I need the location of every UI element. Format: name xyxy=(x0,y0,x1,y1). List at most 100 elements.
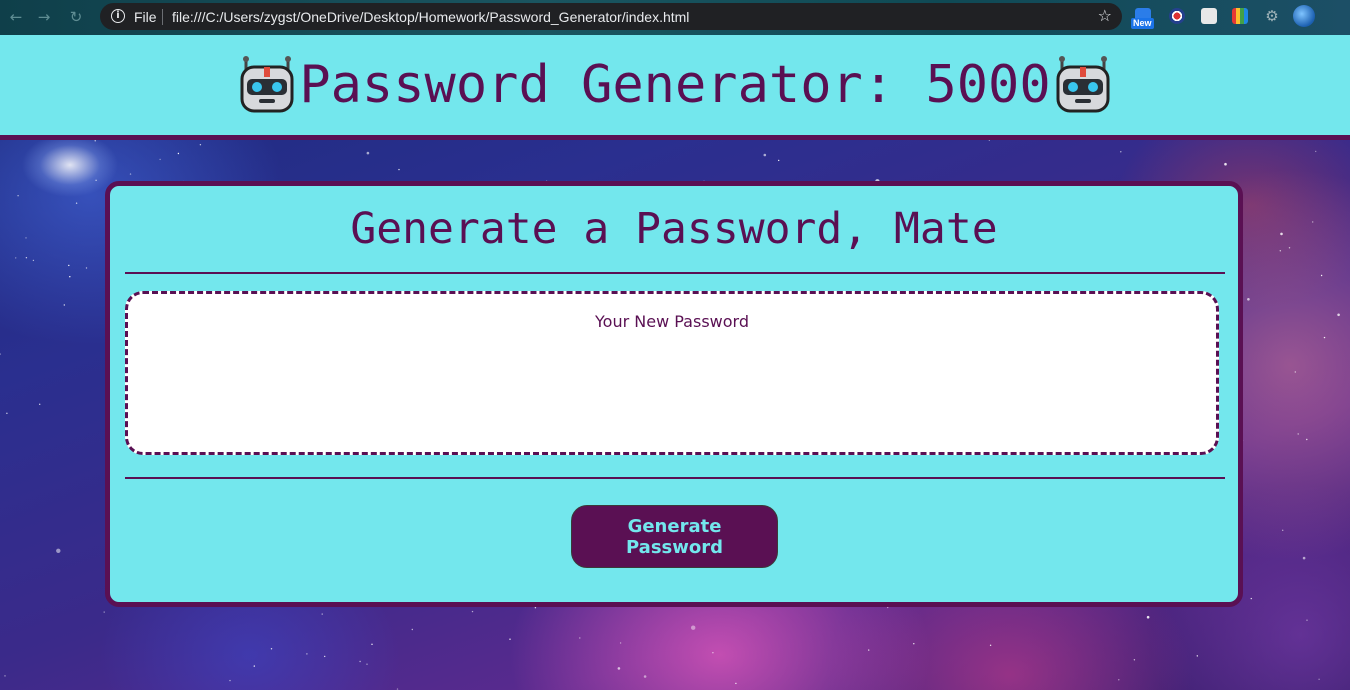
star xyxy=(25,237,27,239)
star xyxy=(1120,151,1122,153)
extension-css-icon[interactable] xyxy=(1201,8,1217,24)
profile-avatar[interactable] xyxy=(1293,5,1315,27)
star xyxy=(534,607,537,609)
address-bar[interactable]: i File file:///C:/Users/zygst/OneDrive/D… xyxy=(100,3,1122,30)
star xyxy=(1302,556,1306,560)
star xyxy=(712,652,714,654)
star xyxy=(619,642,622,644)
star xyxy=(1288,247,1291,249)
star xyxy=(159,158,161,161)
star xyxy=(321,613,323,615)
star xyxy=(85,267,88,269)
bookmark-star-icon[interactable]: ☆ xyxy=(1098,6,1112,25)
browser-toolbar: ← → ↻ i File file:///C:/Users/zygst/OneD… xyxy=(0,0,1350,35)
star xyxy=(32,259,35,262)
star xyxy=(1196,655,1199,657)
star xyxy=(579,637,581,639)
back-arrow-icon[interactable]: ← xyxy=(6,7,26,27)
star xyxy=(56,548,61,553)
info-icon[interactable]: i xyxy=(111,9,125,23)
star xyxy=(868,649,870,651)
star xyxy=(735,682,737,685)
address-separator xyxy=(162,9,163,25)
star xyxy=(68,264,70,267)
star xyxy=(25,257,28,259)
robot-icon xyxy=(1056,56,1110,113)
star xyxy=(15,257,17,259)
star xyxy=(253,665,255,667)
star xyxy=(129,173,132,175)
site-header: Password Generator: 5000 xyxy=(0,35,1350,140)
star xyxy=(763,153,767,157)
star xyxy=(69,276,71,278)
star xyxy=(1306,438,1308,441)
star xyxy=(1146,615,1150,619)
star xyxy=(471,610,474,613)
extension-flag-icon[interactable] xyxy=(1169,8,1185,24)
star xyxy=(0,353,1,355)
star xyxy=(1133,659,1136,661)
star xyxy=(75,202,78,204)
extension-palette-icon[interactable] xyxy=(1232,8,1248,24)
password-output-field[interactable] xyxy=(125,291,1219,455)
star xyxy=(643,675,647,678)
star xyxy=(913,643,915,645)
star xyxy=(39,403,41,405)
star xyxy=(1315,150,1317,153)
star xyxy=(411,628,413,631)
star xyxy=(1280,232,1283,236)
star xyxy=(1320,274,1323,277)
star xyxy=(366,663,368,665)
star xyxy=(691,625,696,630)
reload-icon[interactable]: ↻ xyxy=(66,7,86,27)
star xyxy=(1294,371,1297,373)
url-text[interactable]: file:///C:/Users/zygst/OneDrive/Desktop/… xyxy=(172,9,689,25)
forward-arrow-icon[interactable]: → xyxy=(34,7,54,27)
star xyxy=(1323,336,1326,339)
star xyxy=(1250,597,1253,600)
card-divider-top xyxy=(125,272,1225,274)
star xyxy=(1247,298,1250,301)
star xyxy=(1279,250,1282,252)
star xyxy=(229,679,231,682)
star xyxy=(324,655,326,658)
star xyxy=(989,644,992,646)
star xyxy=(371,643,373,645)
page-title: Password Generator: 5000 xyxy=(235,55,1114,115)
star xyxy=(103,611,105,613)
star xyxy=(177,152,180,155)
star xyxy=(306,653,308,655)
star xyxy=(6,412,8,414)
star xyxy=(1337,313,1340,317)
card-title: Generate a Password, Mate xyxy=(350,204,998,254)
robot-icon xyxy=(240,56,294,113)
star xyxy=(1306,619,1308,621)
star xyxy=(1224,162,1227,166)
extension-new-badge: New xyxy=(1131,18,1154,29)
star xyxy=(199,144,202,146)
star xyxy=(509,638,511,640)
card-divider-bottom xyxy=(125,477,1225,479)
page-background: Password Generator: 5000 Generate a Pass… xyxy=(0,35,1350,690)
scheme-label: File xyxy=(134,9,157,25)
star xyxy=(95,179,97,181)
star xyxy=(1318,678,1320,680)
star xyxy=(94,140,96,142)
generate-password-button[interactable]: Generate Password xyxy=(571,505,778,568)
star xyxy=(270,648,273,650)
star xyxy=(1282,529,1284,531)
star xyxy=(887,606,889,609)
star xyxy=(4,675,6,677)
star xyxy=(17,195,19,197)
page-title-text: Password Generator: 5000 xyxy=(299,55,1051,115)
star xyxy=(359,660,361,663)
star xyxy=(366,151,370,155)
generator-card: Generate a Password, Mate Generate Passw… xyxy=(105,181,1243,607)
star xyxy=(63,304,65,306)
star xyxy=(778,159,780,162)
star xyxy=(398,168,400,171)
extensions-puzzle-icon[interactable]: ⚙ xyxy=(1264,8,1280,24)
star xyxy=(1118,679,1120,681)
star xyxy=(1312,221,1314,223)
star xyxy=(1297,433,1299,435)
